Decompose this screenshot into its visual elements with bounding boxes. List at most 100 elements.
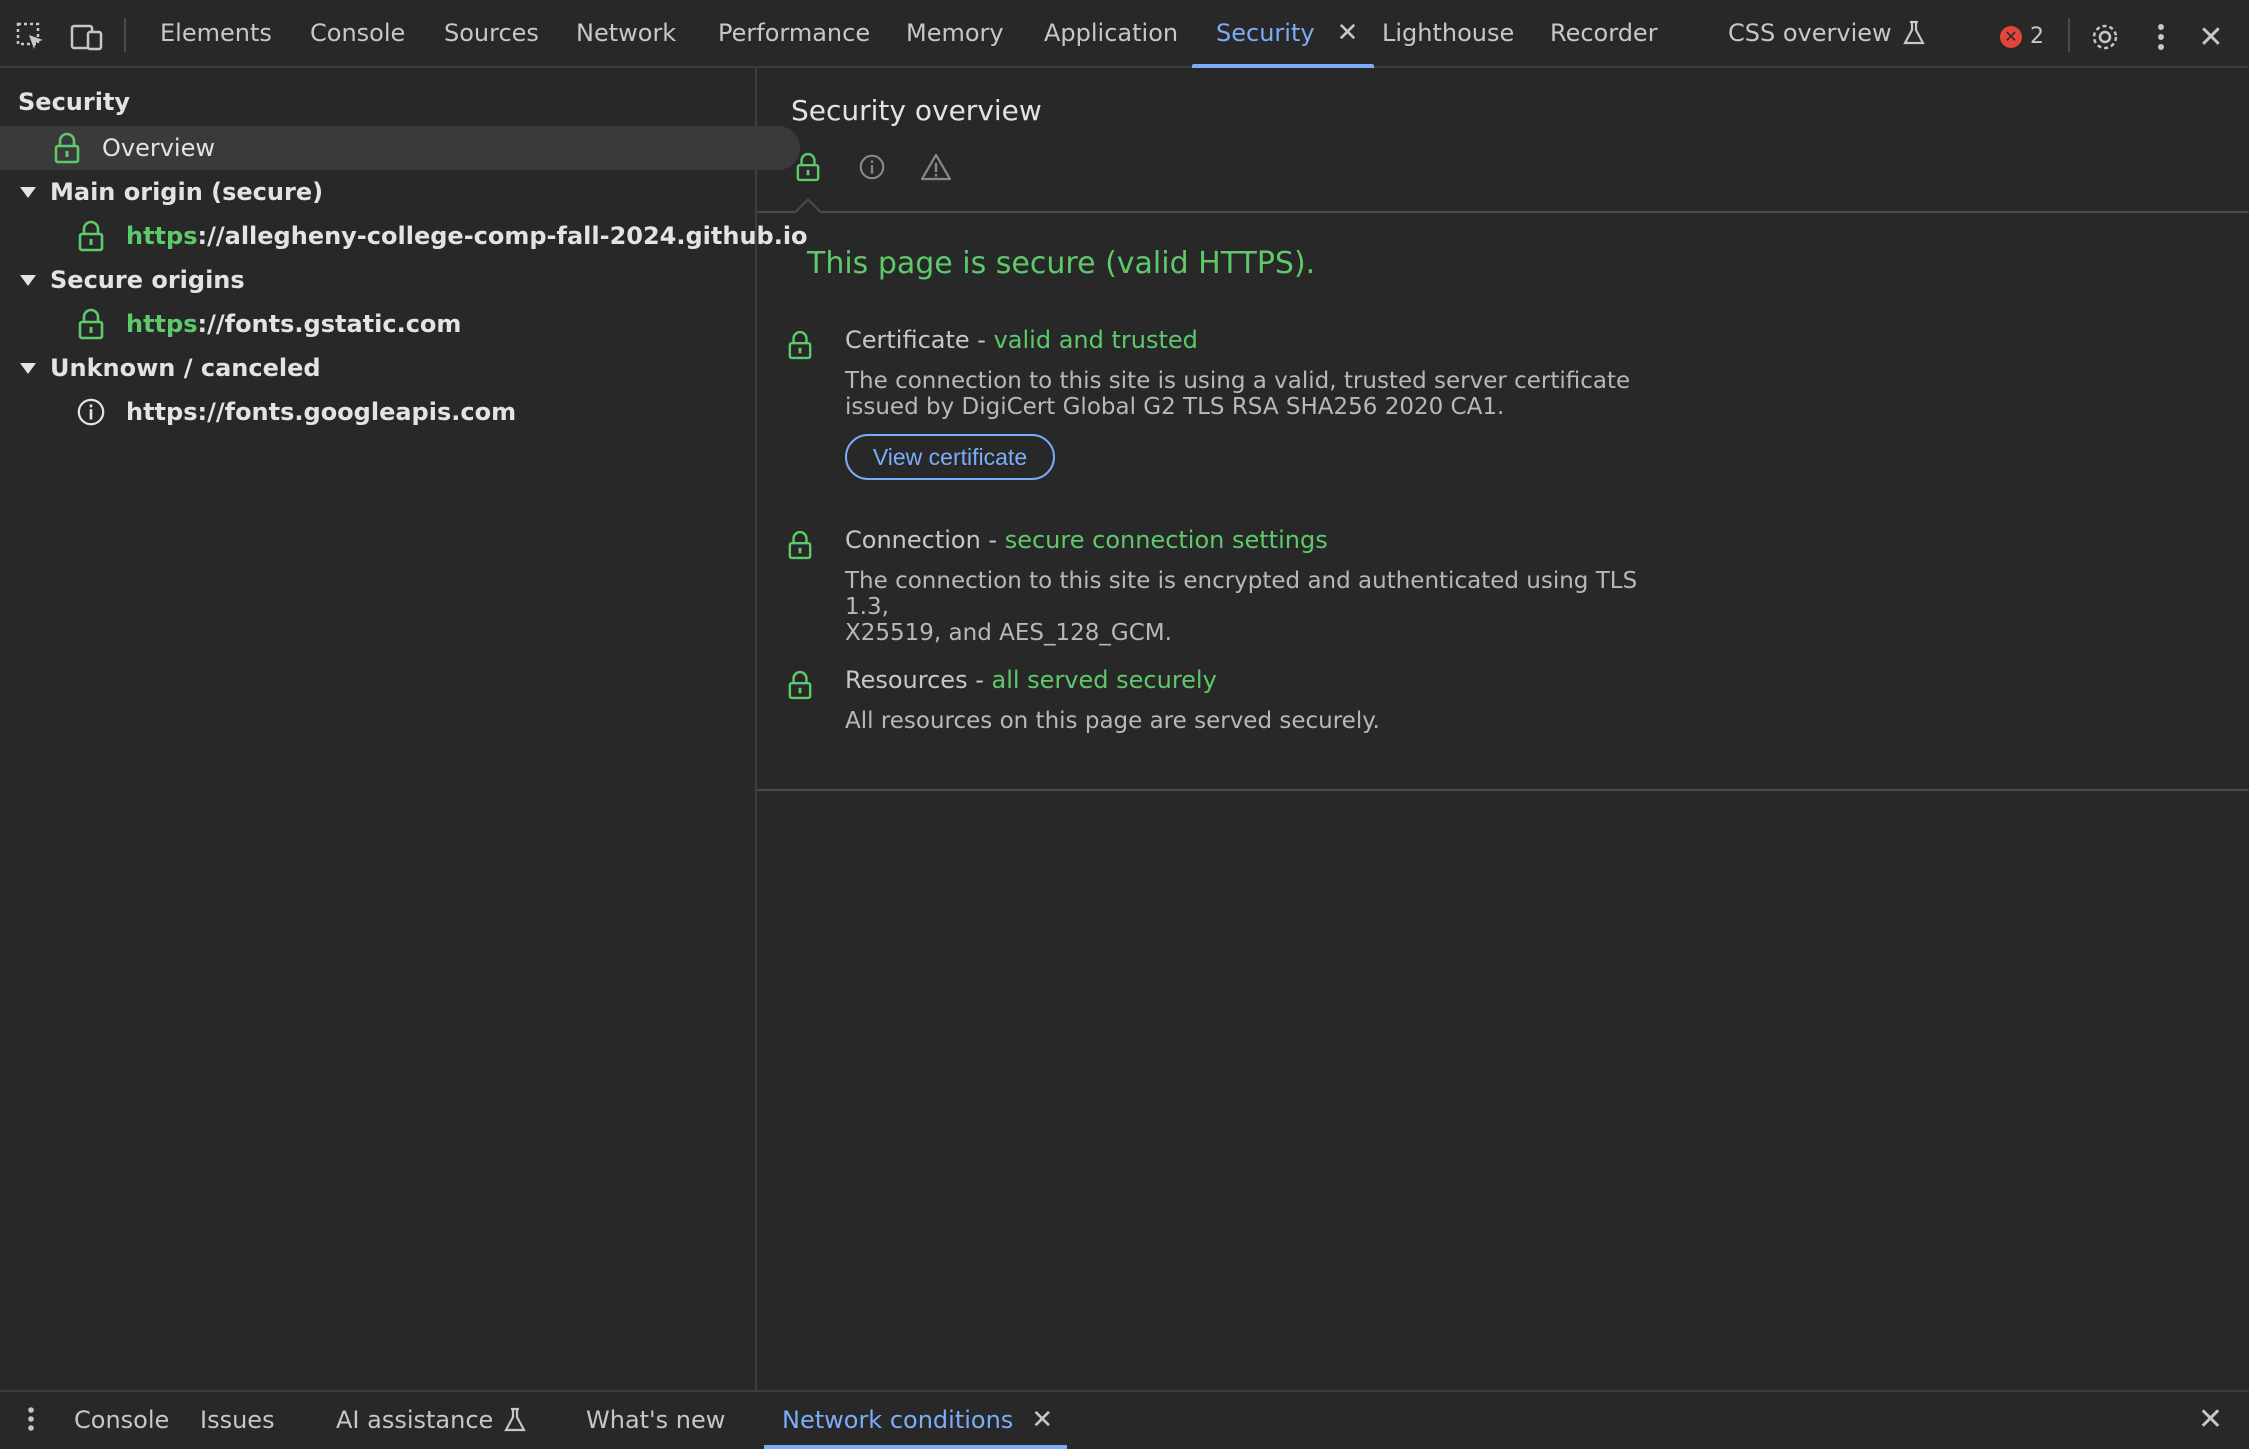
lock-icon — [785, 668, 815, 702]
tab-label: Recorder — [1550, 19, 1658, 47]
gear-icon[interactable] — [2088, 20, 2122, 54]
explanation-certificate: Certificate - valid and trusted The conn… — [785, 326, 1985, 496]
sidebar-item-unknown-origin[interactable]: https://fonts.googleapis.com — [0, 390, 516, 434]
error-icon: ✕ — [2000, 25, 2022, 48]
sidebar-group-main-origin[interactable]: Main origin (secure) — [0, 170, 323, 214]
tab-security[interactable]: Security ✕ — [1192, 0, 1375, 68]
lock-icon — [52, 131, 82, 165]
drawer-tab-ai-assistance[interactable]: AI assistance — [336, 1392, 527, 1447]
sidebar-group-label: Secure origins — [50, 266, 245, 294]
security-summary: This page is secure (valid HTTPS). — [807, 246, 1316, 281]
devtools-tab-bar: Elements Console Sources Network Perform… — [0, 0, 2249, 68]
lock-icon[interactable] — [791, 150, 825, 184]
tab-recorder[interactable]: Recorder — [1550, 0, 1658, 66]
sidebar-group-label: Main origin (secure) — [50, 178, 324, 206]
explanation-status: secure connection settings — [1004, 526, 1328, 554]
tab-performance[interactable]: Performance — [718, 0, 870, 66]
explanation-title-text: Resources — [845, 666, 968, 694]
device-toolbar-icon[interactable] — [70, 20, 104, 54]
explanation-status: all served securely — [991, 666, 1217, 694]
tab-css-overview[interactable]: CSS overview — [1728, 0, 1926, 66]
selected-tab-caret-inner — [796, 201, 820, 213]
warning-icon[interactable] — [919, 150, 953, 184]
toolbar-divider — [2068, 18, 2070, 52]
inspect-element-icon[interactable] — [14, 20, 48, 54]
explanation-resources: Resources - all served securely All reso… — [785, 666, 1985, 746]
explanation-title: Connection - secure connection settings — [845, 526, 1328, 554]
description-line: issued by DigiCert Global G2 TLS RSA SHA… — [845, 394, 1505, 420]
tab-application[interactable]: Application — [1044, 0, 1178, 66]
page-title: Security overview — [791, 94, 1042, 127]
lock-icon — [785, 528, 815, 562]
lock-icon — [785, 328, 815, 362]
tab-lighthouse[interactable]: Lighthouse — [1382, 0, 1514, 66]
sidebar-item-main-origin[interactable]: https://allegheny-college-comp-fall-2024… — [0, 214, 808, 258]
security-overview-panel: Security overview This page is secure (v… — [757, 68, 2249, 1390]
title-separator: - — [969, 326, 994, 354]
explanation-description: The connection to this site is encrypted… — [845, 568, 1665, 646]
info-icon — [76, 395, 106, 429]
tab-label: Issues — [200, 1405, 275, 1434]
sidebar-group-secure-origins[interactable]: Secure origins — [0, 258, 245, 302]
explanation-title: Certificate - valid and trusted — [845, 326, 1198, 354]
tab-label: Lighthouse — [1382, 19, 1515, 47]
expand-triangle-icon[interactable] — [20, 274, 36, 286]
description-line: The connection to this site is encrypted… — [845, 568, 1638, 620]
expand-triangle-icon[interactable] — [20, 186, 36, 198]
close-drawer-icon[interactable]: ✕ — [2198, 1402, 2223, 1437]
origin-scheme: https — [126, 222, 198, 250]
tab-label: Security — [1216, 19, 1315, 47]
more-vert-icon[interactable] — [14, 1402, 48, 1436]
close-icon[interactable]: ✕ — [2194, 20, 2228, 55]
tab-label: Network conditions — [782, 1405, 1014, 1434]
tab-memory[interactable]: Memory — [906, 0, 1004, 66]
active-tab-indicator — [764, 1445, 1068, 1449]
explanation-status: valid and trusted — [993, 326, 1198, 354]
close-tab-icon[interactable]: ✕ — [1031, 1405, 1053, 1435]
drawer-tab-console[interactable]: Console — [74, 1392, 169, 1447]
info-icon[interactable] — [855, 150, 889, 184]
explanation-connection: Connection - secure connection settings … — [785, 526, 1985, 646]
tab-label: Console — [310, 19, 406, 47]
explanation-title-text: Certificate — [845, 326, 970, 354]
expand-triangle-icon[interactable] — [20, 362, 36, 374]
toolbar-divider — [124, 18, 126, 52]
sidebar-title: Security — [18, 88, 131, 116]
tab-console[interactable]: Console — [310, 0, 405, 66]
drawer-tab-bar: Console Issues AI assistance What's new … — [0, 1390, 2249, 1449]
divider — [757, 789, 2249, 791]
drawer-tab-issues[interactable]: Issues — [200, 1392, 275, 1447]
drawer-tab-network-conditions[interactable]: Network conditions ✕ — [764, 1392, 1068, 1449]
description-line: The connection to this site is using a v… — [845, 368, 1631, 394]
tab-label: Application — [1044, 19, 1179, 47]
sidebar-item-label: Overview — [102, 134, 215, 162]
view-certificate-button[interactable]: View certificate — [845, 434, 1055, 480]
tab-sources[interactable]: Sources — [444, 0, 539, 66]
origin-url: https://fonts.googleapis.com — [126, 398, 517, 426]
tab-label: Network — [576, 19, 677, 47]
tab-label: Console — [74, 1405, 170, 1434]
tab-label: AI assistance — [336, 1405, 494, 1434]
tab-label: What's new — [586, 1405, 726, 1434]
drawer-tab-whats-new[interactable]: What's new — [586, 1392, 725, 1447]
experiment-flask-icon — [1902, 20, 1926, 46]
description-line: All resources on this page are served se… — [845, 708, 1380, 734]
more-vert-icon[interactable] — [2144, 20, 2178, 54]
tab-label: Elements — [160, 19, 272, 47]
sidebar-item-overview[interactable]: Overview — [0, 126, 800, 170]
explanation-description: The connection to this site is using a v… — [845, 368, 1665, 420]
close-tab-icon[interactable]: ✕ — [1337, 18, 1359, 48]
title-separator: - — [967, 666, 992, 694]
tab-network[interactable]: Network — [576, 0, 676, 66]
explanation-title: Resources - all served securely — [845, 666, 1217, 694]
sidebar-group-label: Unknown / canceled — [50, 354, 321, 382]
sidebar-item-secure-origin[interactable]: https://fonts.gstatic.com — [0, 302, 461, 346]
lock-icon — [76, 219, 106, 253]
sidebar-group-unknown[interactable]: Unknown / canceled — [0, 346, 321, 390]
origin-scheme: https — [126, 310, 198, 338]
error-counter[interactable]: ✕ 2 — [2000, 24, 2044, 49]
experiment-flask-icon — [503, 1407, 527, 1433]
title-separator: - — [980, 526, 1005, 554]
tab-label: CSS overview — [1728, 19, 1892, 47]
tab-elements[interactable]: Elements — [160, 0, 272, 66]
